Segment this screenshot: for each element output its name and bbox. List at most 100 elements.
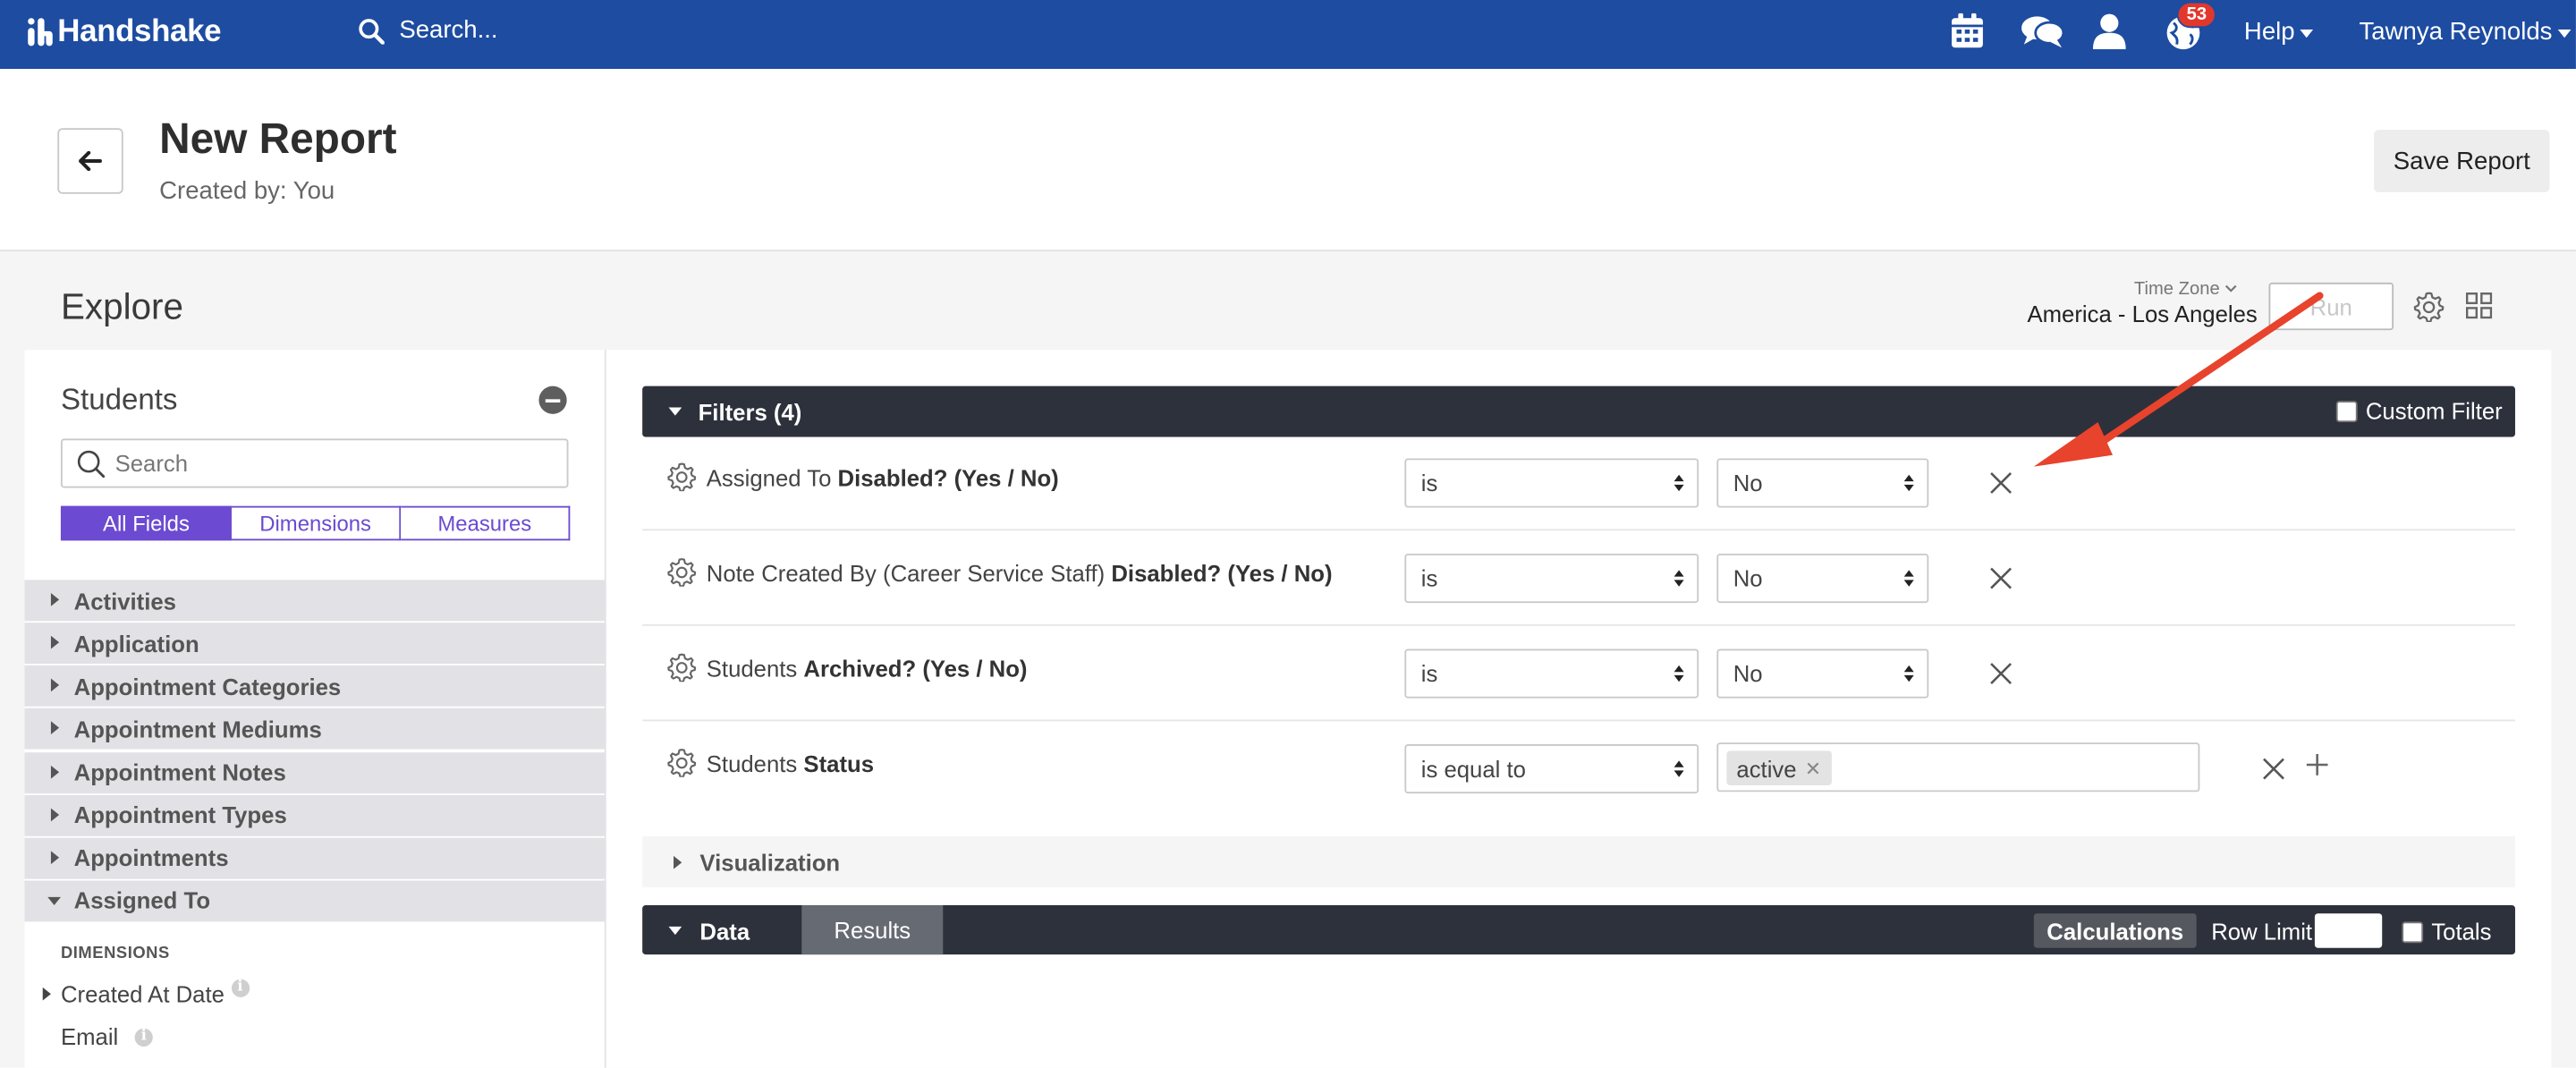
tab-results[interactable]: Results (801, 905, 944, 955)
chat-icon[interactable] (2021, 15, 2065, 50)
calendar-icon[interactable] (1950, 13, 1985, 49)
view-item-appointment-categories[interactable]: Appointment Categories (24, 665, 606, 708)
filter-operator-value: is equal to (1420, 755, 1526, 783)
caret-down-icon (47, 896, 61, 905)
help-menu[interactable]: Help (2244, 18, 2313, 46)
gear-icon[interactable] (667, 748, 697, 777)
select-arrows-icon (1674, 665, 1684, 685)
caret-right-icon (50, 679, 60, 692)
filter-field-prefix: Students (706, 750, 804, 777)
filter-field-label: Students Status (707, 750, 874, 776)
view-item-assigned-to[interactable]: Assigned To (24, 880, 606, 922)
info-icon[interactable]: i (231, 978, 250, 996)
custom-filter-toggle[interactable]: Custom Filter (2335, 397, 2503, 424)
filter-field-prefix: Assigned To (706, 464, 838, 492)
view-item-label: Appointment Categories (73, 673, 342, 700)
view-item-appointment-notes[interactable]: Appointment Notes (24, 751, 606, 793)
remove-tag-close-icon[interactable]: ✕ (1805, 757, 1821, 780)
filter-operator-select[interactable]: is equal to (1404, 744, 1699, 794)
filter-field-prefix: Note Created By (Career Service Staff) (706, 560, 1112, 587)
field-search[interactable] (60, 438, 569, 488)
info-icon[interactable]: i (134, 1027, 153, 1047)
field-type-tabs: All Fields Dimensions Measures (60, 505, 571, 541)
filter-field-name: Archived? (Yes / No) (803, 655, 1028, 682)
dimension-created-at-date[interactable]: Created At Date i (42, 978, 250, 1007)
view-item-application[interactable]: Application (24, 623, 606, 665)
global-search[interactable]: Search... (358, 16, 498, 45)
visualization-title: Visualization (699, 849, 841, 876)
remove-filter-close-icon[interactable] (1989, 567, 2012, 590)
grid-view-icon[interactable] (2465, 292, 2493, 319)
remove-filter-close-icon[interactable] (1989, 471, 2012, 495)
gear-icon[interactable] (667, 462, 697, 492)
filter-value-select[interactable]: No (1716, 553, 1929, 604)
tab-measures[interactable]: Measures (401, 505, 571, 541)
totals-checkbox[interactable] (2402, 920, 2424, 943)
visualization-header[interactable]: Visualization (642, 835, 2515, 887)
back-button[interactable] (57, 128, 123, 194)
tab-data[interactable]: Data (699, 919, 750, 945)
filter-operator-select[interactable]: is (1404, 648, 1699, 699)
view-item-activities[interactable]: Activities (24, 580, 606, 622)
filter-field-label: Students Archived? (Yes / No) (707, 656, 1028, 682)
collapse-minus-icon[interactable] (538, 386, 567, 414)
dimension-label: Created At Date (60, 980, 225, 1007)
brand-name: Handshake (57, 14, 222, 50)
view-item-label: Appointments (73, 844, 229, 872)
filters-title: Filters (4) (698, 399, 802, 426)
caret-right-icon (50, 593, 60, 606)
caret-right-icon (674, 855, 682, 869)
handshake-logo-icon (26, 18, 54, 47)
arrow-left-icon (79, 150, 102, 172)
global-search-placeholder: Search... (399, 16, 498, 45)
totals-toggle[interactable]: Totals (2402, 919, 2491, 945)
tab-all-fields[interactable]: All Fields (60, 505, 232, 541)
top-nav: Handshake Search... 53 Help Tawnya Reyno… (0, 0, 2576, 70)
tab-dimensions[interactable]: Dimensions (231, 505, 402, 541)
filter-operator-value: is (1420, 564, 1438, 592)
filter-field-prefix: Students (706, 655, 804, 682)
view-item-label: Application (73, 630, 199, 657)
select-arrows-icon (1903, 570, 1914, 589)
filter-value-tag-input[interactable]: active ✕ (1716, 742, 2200, 793)
gear-icon[interactable] (667, 557, 697, 587)
dimension-email[interactable]: Email i (61, 1023, 153, 1050)
annotation-arrow-icon (2033, 292, 2324, 467)
field-search-input[interactable] (114, 450, 543, 477)
row-limit-input[interactable] (2314, 913, 2383, 948)
calculations-button[interactable]: Calculations (2033, 913, 2197, 948)
filter-field-label: Note Created By (Career Service Staff) D… (707, 560, 1333, 586)
caret-right-icon (50, 722, 60, 735)
select-arrows-icon (1903, 474, 1914, 495)
view-item-appointment-types[interactable]: Appointment Types (24, 794, 606, 836)
report-header: New Report Created by: You Save Report (0, 69, 2576, 252)
chevron-down-icon (2556, 29, 2571, 38)
save-report-button[interactable]: Save Report (2374, 130, 2550, 192)
search-icon (77, 449, 106, 478)
view-item-appointments[interactable]: Appointments (24, 837, 606, 879)
gear-icon[interactable] (667, 652, 697, 682)
user-menu[interactable]: Tawnya Reynolds (2360, 18, 2571, 46)
person-icon[interactable] (2092, 13, 2126, 50)
add-filter-plus-icon[interactable] (2306, 754, 2328, 776)
filter-operator-value: is (1420, 660, 1438, 687)
gear-icon[interactable] (2413, 291, 2445, 322)
filter-value-select[interactable]: No (1716, 648, 1929, 699)
view-item-appointment-mediums[interactable]: Appointment Mediums (24, 708, 606, 750)
filter-operator-select[interactable]: is (1404, 553, 1699, 604)
caret-down-icon[interactable] (668, 926, 682, 936)
page-title: New Report (159, 113, 397, 163)
dimensions-header: DIMENSIONS (60, 945, 170, 963)
custom-filter-checkbox[interactable] (2335, 400, 2358, 422)
sidebar-title: Students (60, 382, 178, 416)
filter-field-label: Assigned To Disabled? (Yes / No) (707, 465, 1059, 491)
notification-badge[interactable]: 53 (2176, 1, 2217, 29)
filter-value: No (1733, 564, 1763, 592)
remove-filter-close-icon[interactable] (2262, 758, 2285, 781)
filter-value-select[interactable]: No (1716, 458, 1929, 508)
remove-filter-close-icon[interactable] (1989, 662, 2012, 685)
row-limit-label: Row Limit (2211, 918, 2313, 945)
filter-operator-select[interactable]: is (1404, 458, 1699, 508)
handshake-logo[interactable]: Handshake (26, 14, 222, 51)
select-arrows-icon (1674, 570, 1684, 589)
